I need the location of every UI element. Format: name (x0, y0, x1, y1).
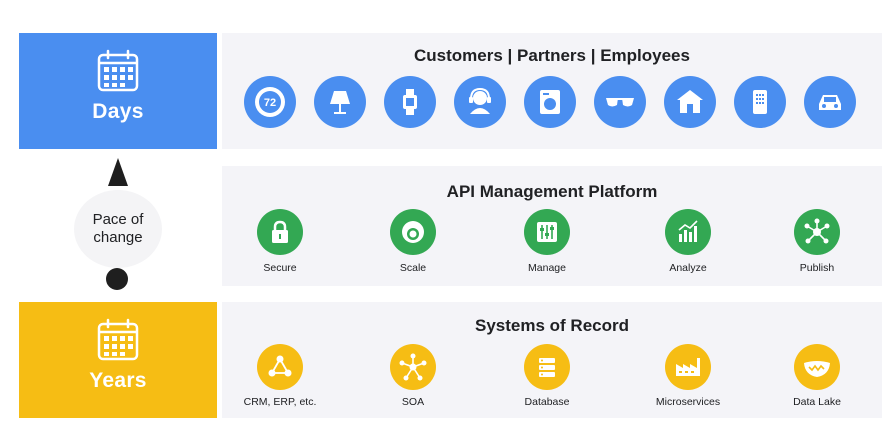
hub-icon (390, 344, 436, 390)
customers-title: Customers | Partners | Employees (414, 46, 690, 65)
scale-label: Scale (399, 262, 427, 274)
database-icon (524, 344, 570, 390)
headset-icon (454, 76, 506, 128)
calendar-icon (97, 318, 139, 361)
soa-label: SOA (401, 396, 425, 408)
scale-icon (390, 209, 436, 255)
years-label: Years (89, 369, 147, 392)
crm-label: CRM, ERP, etc. (243, 396, 317, 408)
analyze-label: Analyze (669, 262, 707, 274)
api-platform-title: API Management Platform (446, 182, 658, 201)
data-lake-label: Data Lake (793, 396, 841, 408)
years-block: Years (19, 302, 217, 418)
lamp-icon (314, 76, 366, 128)
pace-of-change: Pace of change (68, 158, 168, 292)
car-icon (804, 76, 856, 128)
lock-icon (257, 209, 303, 255)
lake-icon (794, 344, 840, 390)
factory-icon (665, 344, 711, 390)
database-label: Database (524, 396, 570, 408)
api-platform-panel: API Management Platform Secure Scale Man… (222, 166, 882, 286)
systems-of-record-panel: Systems of Record CRM, ERP, etc. SOA Dat… (222, 302, 882, 418)
calendar-icon (97, 49, 139, 92)
days-block: Days (19, 33, 217, 149)
nodes-icon (257, 344, 303, 390)
microservices-label: Microservices (655, 396, 721, 408)
publish-label: Publish (799, 262, 835, 274)
sunglasses-icon (594, 76, 646, 128)
tablet-icon (734, 76, 786, 128)
sliders-icon (524, 209, 570, 255)
thermostat-value: 72 (264, 97, 276, 109)
watch-icon (384, 76, 436, 128)
bar-chart-icon (665, 209, 711, 255)
pace-line-2: change (93, 229, 143, 246)
network-icon (794, 209, 840, 255)
washer-icon (524, 76, 576, 128)
manage-label: Manage (528, 262, 566, 274)
systems-title: Systems of Record (475, 316, 629, 335)
thermostat-icon: 72 (244, 76, 296, 128)
pace-circle: Pace of change (74, 190, 162, 268)
pace-dot (106, 268, 128, 290)
days-label: Days (92, 100, 144, 123)
secure-label: Secure (263, 262, 297, 274)
pace-line-1: Pace of (92, 211, 144, 228)
arrow-up-icon (108, 158, 128, 186)
house-icon (664, 76, 716, 128)
customers-panel: Customers | Partners | Employees 72 (222, 33, 882, 149)
